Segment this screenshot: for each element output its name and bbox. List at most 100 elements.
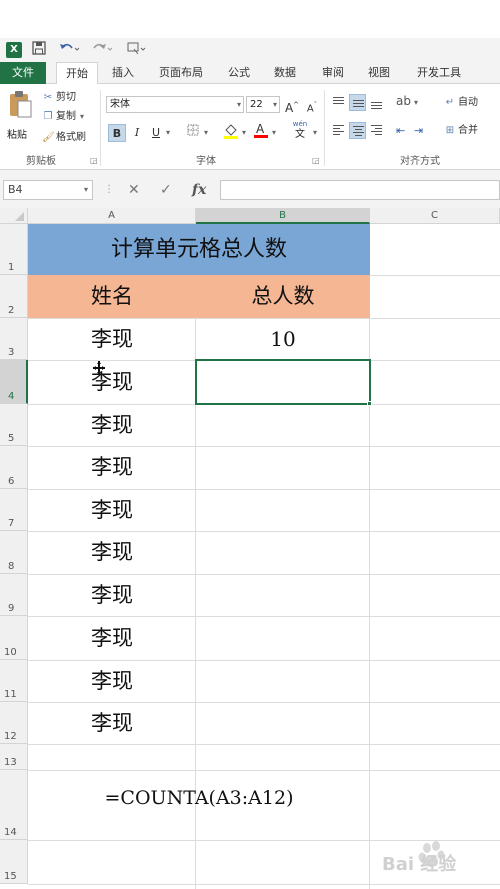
font-color-dropdown-icon[interactable]: ▾	[269, 124, 279, 142]
align-top-icon[interactable]	[330, 94, 347, 111]
save-icon[interactable]	[32, 41, 46, 59]
wrap-text-button[interactable]: ↵ 自动	[444, 95, 478, 111]
format-painter-label: 格式刷	[56, 132, 86, 143]
chevron-down-icon: ▾	[83, 185, 88, 194]
phonetic-guide-icon[interactable]: wén 文	[290, 120, 310, 144]
formula-bar: B4 ▾ ⋮ ✕ ✓ fx	[0, 170, 500, 208]
name-cell[interactable]: 李现	[28, 446, 196, 489]
row-header[interactable]: 11	[0, 660, 28, 702]
row-header[interactable]: 6	[0, 446, 28, 489]
name-cell[interactable]: 李现	[28, 616, 196, 660]
select-all-corner[interactable]	[0, 208, 28, 224]
orientation-icon[interactable]: ab	[396, 94, 413, 111]
align-bottom-icon[interactable]	[368, 94, 385, 111]
cut-button[interactable]: ✂ 剪切	[42, 90, 76, 106]
paste-icon	[10, 91, 32, 118]
formula-note-cell[interactable]: =COUNTA(A3:A12)	[28, 770, 370, 840]
font-name-select[interactable]: 宋体 ▾	[106, 96, 244, 113]
align-center-icon[interactable]	[349, 122, 366, 139]
fill-dropdown-icon[interactable]: ▾	[239, 124, 249, 142]
name-box[interactable]: B4 ▾	[3, 180, 93, 200]
enter-icon[interactable]: ✓	[160, 181, 172, 199]
font-color-icon[interactable]: A	[252, 121, 270, 139]
name-cell[interactable]: 李现	[28, 360, 196, 404]
column-header-c[interactable]: C	[370, 208, 500, 224]
formula-input[interactable]	[220, 180, 500, 200]
name-cell[interactable]: 李现	[28, 574, 196, 616]
border-dropdown-icon[interactable]: ▾	[201, 124, 211, 142]
row-header[interactable]: 9	[0, 574, 28, 616]
name-cell[interactable]: 李现	[28, 531, 196, 574]
align-right-icon[interactable]	[368, 122, 385, 139]
title-cell[interactable]: 计算单元格总人数	[28, 224, 370, 275]
watermark-text: Bai 经验	[382, 854, 457, 875]
cancel-icon[interactable]: ✕	[128, 181, 140, 199]
align-left-icon[interactable]	[330, 122, 347, 139]
name-cell[interactable]: 李现	[28, 660, 196, 702]
row-header[interactable]: 8	[0, 531, 28, 574]
row-header[interactable]: 4	[0, 360, 28, 404]
undo-icon[interactable]	[58, 41, 80, 59]
tab-review[interactable]: 审阅	[314, 62, 352, 84]
align-middle-icon[interactable]	[349, 94, 366, 111]
italic-button[interactable]: I	[128, 124, 146, 142]
increase-font-icon[interactable]: A^	[283, 96, 301, 115]
border-icon[interactable]	[184, 124, 202, 142]
decrease-font-icon[interactable]: Aˇ	[303, 96, 321, 114]
font-name-value: 宋体	[110, 99, 130, 110]
phonetic-dropdown-icon[interactable]: ▾	[310, 124, 320, 142]
tab-insert[interactable]: 插入	[104, 62, 142, 84]
insert-function-icon[interactable]: fx	[192, 181, 206, 199]
svg-text:A: A	[256, 122, 265, 136]
column-header-a[interactable]: A	[28, 208, 196, 224]
row-header[interactable]: 7	[0, 489, 28, 531]
phonetic-top: wén	[292, 120, 308, 128]
count-cell[interactable]: 10	[196, 318, 370, 360]
font-size-select[interactable]: 22 ▾	[246, 96, 280, 113]
row-header[interactable]: 5	[0, 404, 28, 446]
paste-label: 粘贴	[7, 130, 27, 141]
group-separator	[100, 90, 101, 166]
active-cell-selection[interactable]	[195, 359, 371, 405]
clipboard-launcher-icon[interactable]: ◲	[90, 156, 98, 165]
tab-home[interactable]: 开始	[56, 62, 98, 85]
name-cell[interactable]: 李现	[28, 404, 196, 446]
name-cell[interactable]: 李现	[28, 318, 196, 360]
row-header[interactable]: 2	[0, 275, 28, 318]
redo-icon[interactable]	[92, 41, 114, 59]
row-header[interactable]: 3	[0, 318, 28, 360]
paste-button[interactable]: 粘贴	[7, 90, 37, 146]
customize-qat-icon[interactable]	[126, 41, 148, 59]
underline-dropdown-icon[interactable]: ▾	[163, 124, 173, 142]
tab-file[interactable]: 文件	[0, 62, 46, 84]
tab-page-layout[interactable]: 页面布局	[152, 62, 210, 84]
bold-button[interactable]: B	[108, 124, 126, 142]
fill-handle[interactable]	[367, 401, 372, 406]
header-name-cell[interactable]: 姓名	[28, 275, 196, 318]
tab-formulas[interactable]: 公式	[220, 62, 258, 84]
name-cell[interactable]: 李现	[28, 702, 196, 744]
row-header[interactable]: 12	[0, 702, 28, 744]
row-header[interactable]: 14	[0, 770, 28, 840]
font-launcher-icon[interactable]: ◲	[312, 156, 320, 165]
orientation-dropdown-icon[interactable]: ▾	[414, 94, 431, 111]
header-count-cell[interactable]: 总人数	[196, 275, 370, 318]
row-header[interactable]: 1	[0, 224, 28, 275]
copy-button[interactable]: ❐ 复制 ▾	[42, 109, 85, 125]
tab-developer[interactable]: 开发工具	[410, 62, 468, 84]
row-header[interactable]: 10	[0, 616, 28, 660]
tab-data[interactable]: 数据	[266, 62, 304, 84]
name-cell[interactable]: 李现	[28, 489, 196, 531]
tab-view[interactable]: 视图	[360, 62, 398, 84]
merge-center-button[interactable]: ⊞ 合并	[444, 123, 478, 139]
quick-access-toolbar: X	[0, 38, 500, 62]
format-painter-button[interactable]: 🖌格式刷	[42, 130, 86, 146]
increase-indent-icon[interactable]: ⇥	[414, 122, 431, 139]
decrease-indent-icon[interactable]: ⇤	[396, 122, 413, 139]
worksheet-grid: A B C 1 2 3 4 5 6 7 8 9 10 11 12 13 14 1…	[0, 208, 500, 889]
merge-label: 合并	[458, 125, 478, 136]
fill-color-icon[interactable]	[222, 122, 240, 140]
row-header[interactable]: 15	[0, 840, 28, 884]
row-header[interactable]: 13	[0, 744, 28, 770]
column-header-b[interactable]: B	[196, 208, 370, 224]
